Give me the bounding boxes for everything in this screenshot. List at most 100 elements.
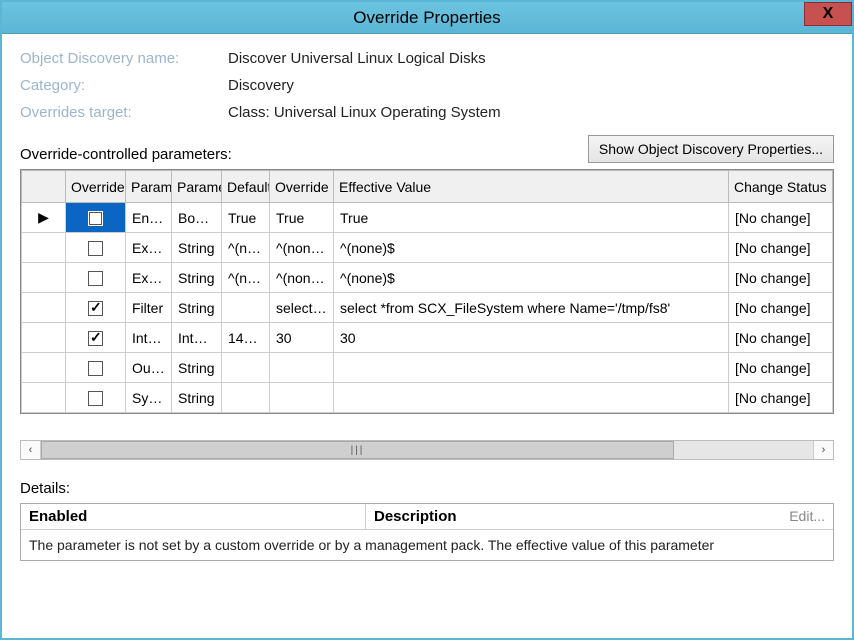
col-override-value[interactable]: Override <box>270 171 334 203</box>
scroll-thumb[interactable]: ||| <box>41 441 674 459</box>
table-row[interactable]: Inter...Integer144003030[No change] <box>22 323 833 353</box>
cell-effective-value: select *from SCX_FileSystem where Name='… <box>334 293 729 323</box>
target-label: Overrides target: <box>20 104 228 121</box>
info-row-target: Overrides target: Class: Universal Linux… <box>20 104 834 121</box>
cell-param-type: String <box>172 233 222 263</box>
discovery-label: Object Discovery name: <box>20 50 228 67</box>
override-checkbox-cell[interactable] <box>66 203 126 233</box>
parameters-grid[interactable]: Override Parame Parame Default Override … <box>20 169 834 414</box>
toolbar-row: Override-controlled parameters: Show Obj… <box>20 135 834 163</box>
cell-effective-value <box>334 383 729 413</box>
override-checkbox-cell[interactable] <box>66 323 126 353</box>
grip-icon: ||| <box>351 445 365 456</box>
cell-default-value <box>222 353 270 383</box>
table-row[interactable]: Excl...String^(no...^(none)$^(none)$[No … <box>22 263 833 293</box>
dialog-content: Object Discovery name: Discover Universa… <box>2 34 852 571</box>
row-indicator <box>22 233 66 263</box>
info-row-discovery: Object Discovery name: Discover Universa… <box>20 50 834 67</box>
horizontal-scrollbar[interactable]: ‹ ||| › <box>20 440 834 460</box>
override-checkbox-cell[interactable] <box>66 263 126 293</box>
cell-param-type: Integer <box>172 323 222 353</box>
cell-default-value <box>222 293 270 323</box>
override-checkbox-cell[interactable] <box>66 233 126 263</box>
override-checkbox-cell[interactable] <box>66 353 126 383</box>
category-label: Category: <box>20 77 228 94</box>
cell-default-value: True <box>222 203 270 233</box>
cell-change-status: [No change] <box>729 353 833 383</box>
col-param-name[interactable]: Parame <box>126 171 172 203</box>
cell-override-value <box>270 353 334 383</box>
discovery-value: Discover Universal Linux Logical Disks <box>228 50 486 67</box>
details-section: Details: Enabled Description Edit... The… <box>20 480 834 561</box>
show-object-discovery-properties-button[interactable]: Show Object Discovery Properties... <box>588 135 834 163</box>
col-override[interactable]: Override <box>66 171 126 203</box>
scroll-left-button[interactable]: ‹ <box>21 441 41 459</box>
cell-change-status: [No change] <box>729 203 833 233</box>
cell-param-name: Excl... <box>126 263 172 293</box>
cell-param-type: String <box>172 263 222 293</box>
scroll-track[interactable]: ||| <box>41 441 813 459</box>
override-checkbox-cell[interactable] <box>66 383 126 413</box>
details-label: Details: <box>20 480 834 497</box>
cell-change-status: [No change] <box>729 263 833 293</box>
cell-effective-value: 30 <box>334 323 729 353</box>
cell-override-value: ^(none)$ <box>270 233 334 263</box>
cell-effective-value: ^(none)$ <box>334 233 729 263</box>
grid-header-row: Override Parame Parame Default Override … <box>22 171 833 203</box>
details-box: Enabled Description Edit... The paramete… <box>20 503 834 561</box>
cell-param-name: Filter <box>126 293 172 323</box>
section-label: Override-controlled parameters: <box>20 146 232 163</box>
table-row[interactable]: Syn...String[No change] <box>22 383 833 413</box>
cell-override-value: True <box>270 203 334 233</box>
col-param-type[interactable]: Parame <box>172 171 222 203</box>
override-checkbox[interactable] <box>88 361 103 376</box>
category-value: Discovery <box>228 77 294 94</box>
window-title: Override Properties <box>353 8 500 28</box>
cell-param-type: String <box>172 353 222 383</box>
cell-param-name: Inter... <box>126 323 172 353</box>
close-button[interactable]: X <box>804 2 852 26</box>
details-edit-link[interactable]: Edit... <box>781 504 833 529</box>
cell-default-value: ^(no... <box>222 233 270 263</box>
row-indicator <box>22 353 66 383</box>
override-checkbox[interactable] <box>88 271 103 286</box>
col-change-status[interactable]: Change Status <box>729 171 833 203</box>
table-row[interactable]: FilterStringselect *f...select *from SCX… <box>22 293 833 323</box>
cell-param-type: String <box>172 293 222 323</box>
row-indicator: ▶ <box>22 203 66 233</box>
col-selector <box>22 171 66 203</box>
row-indicator <box>22 263 66 293</box>
row-indicator <box>22 383 66 413</box>
cell-effective-value: True <box>334 203 729 233</box>
cell-change-status: [No change] <box>729 293 833 323</box>
override-checkbox[interactable] <box>88 331 103 346</box>
cell-default-value: ^(no... <box>222 263 270 293</box>
title-bar: Override Properties X <box>2 2 852 34</box>
cell-param-type: String <box>172 383 222 413</box>
chevron-left-icon: ‹ <box>29 444 33 456</box>
col-default[interactable]: Default <box>222 171 270 203</box>
row-indicator <box>22 323 66 353</box>
cell-change-status: [No change] <box>729 233 833 263</box>
override-checkbox[interactable] <box>88 241 103 256</box>
cell-param-type: Bool... <box>172 203 222 233</box>
table-row[interactable]: Excl...String^(no...^(none)$^(none)$[No … <box>22 233 833 263</box>
chevron-right-icon: › <box>822 444 826 456</box>
cell-effective-value: ^(none)$ <box>334 263 729 293</box>
table-row[interactable]: Out...String[No change] <box>22 353 833 383</box>
cell-override-value <box>270 383 334 413</box>
override-checkbox-cell[interactable] <box>66 293 126 323</box>
row-indicator <box>22 293 66 323</box>
table-row[interactable]: ▶Ena...Bool...TrueTrueTrue[No change] <box>22 203 833 233</box>
col-effective[interactable]: Effective Value <box>334 171 729 203</box>
cell-override-value: 30 <box>270 323 334 353</box>
cell-override-value: ^(none)$ <box>270 263 334 293</box>
cell-param-name: Excl... <box>126 233 172 263</box>
cell-default-value: 14400 <box>222 323 270 353</box>
details-enabled-header: Enabled <box>21 504 366 529</box>
scroll-right-button[interactable]: › <box>813 441 833 459</box>
override-checkbox[interactable] <box>88 301 103 316</box>
override-checkbox[interactable] <box>88 391 103 406</box>
details-body-text: The parameter is not set by a custom ove… <box>21 530 833 560</box>
override-checkbox[interactable] <box>88 211 103 226</box>
